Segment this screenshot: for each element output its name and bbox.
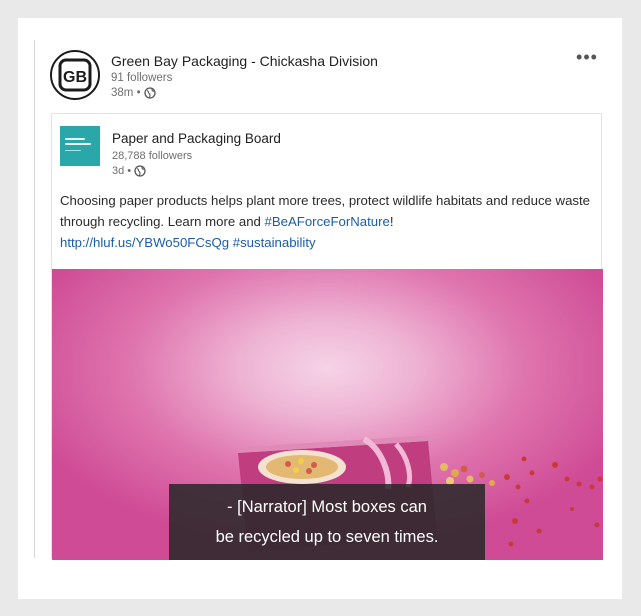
globe-icon (143, 87, 156, 99)
logo-mark-line (65, 143, 91, 145)
logo-mark-line (65, 138, 85, 140)
shared-post: Paper and Packaging Board 28,788 followe… (51, 113, 603, 560)
video-player[interactable]: - [Narrator] Most boxes can be recycled … (52, 269, 603, 560)
shared-author-name[interactable]: Paper and Packaging Board (112, 131, 281, 146)
video-caption: - [Narrator] Most boxes can be recycled … (169, 484, 485, 560)
caption-line-2: be recycled up to seven times. (215, 528, 439, 546)
hashtag-link[interactable]: #BeAForceForNature (265, 214, 390, 229)
post-text-part2: ! (389, 214, 394, 229)
caption-line-1: - [Narrator] Most boxes can (227, 498, 427, 516)
author-name[interactable]: Green Bay Packaging - Chickasha Division (111, 53, 378, 69)
hashtag-link[interactable]: #sustainability (233, 235, 316, 250)
shared-post-time-text: 3d • (112, 165, 132, 177)
post-body-text: Choosing paper products helps plant more… (60, 190, 596, 253)
more-horizontal-icon[interactable]: ••• (572, 48, 602, 70)
post-time-text: 38m • (111, 87, 141, 99)
author-followers: 91 followers (111, 72, 173, 84)
gb-logo-icon: GB (58, 58, 92, 92)
post-timestamp: 38m • (111, 87, 156, 99)
post-header: GB Green Bay Packaging - Chickasha Divis… (50, 48, 602, 106)
company-logo-avatar[interactable]: GB (50, 50, 100, 100)
url-link[interactable]: http://hluf.us/YBWo50FCsQg (60, 235, 229, 250)
logo-mark-line (65, 150, 81, 151)
gb-logo-text: GB (63, 69, 87, 86)
shared-author-followers: 28,788 followers (112, 150, 193, 162)
shared-post-timestamp: 3d • (112, 165, 146, 177)
card-divider (34, 40, 35, 558)
globe-icon (134, 165, 146, 177)
brand-logo-avatar[interactable] (60, 126, 100, 166)
